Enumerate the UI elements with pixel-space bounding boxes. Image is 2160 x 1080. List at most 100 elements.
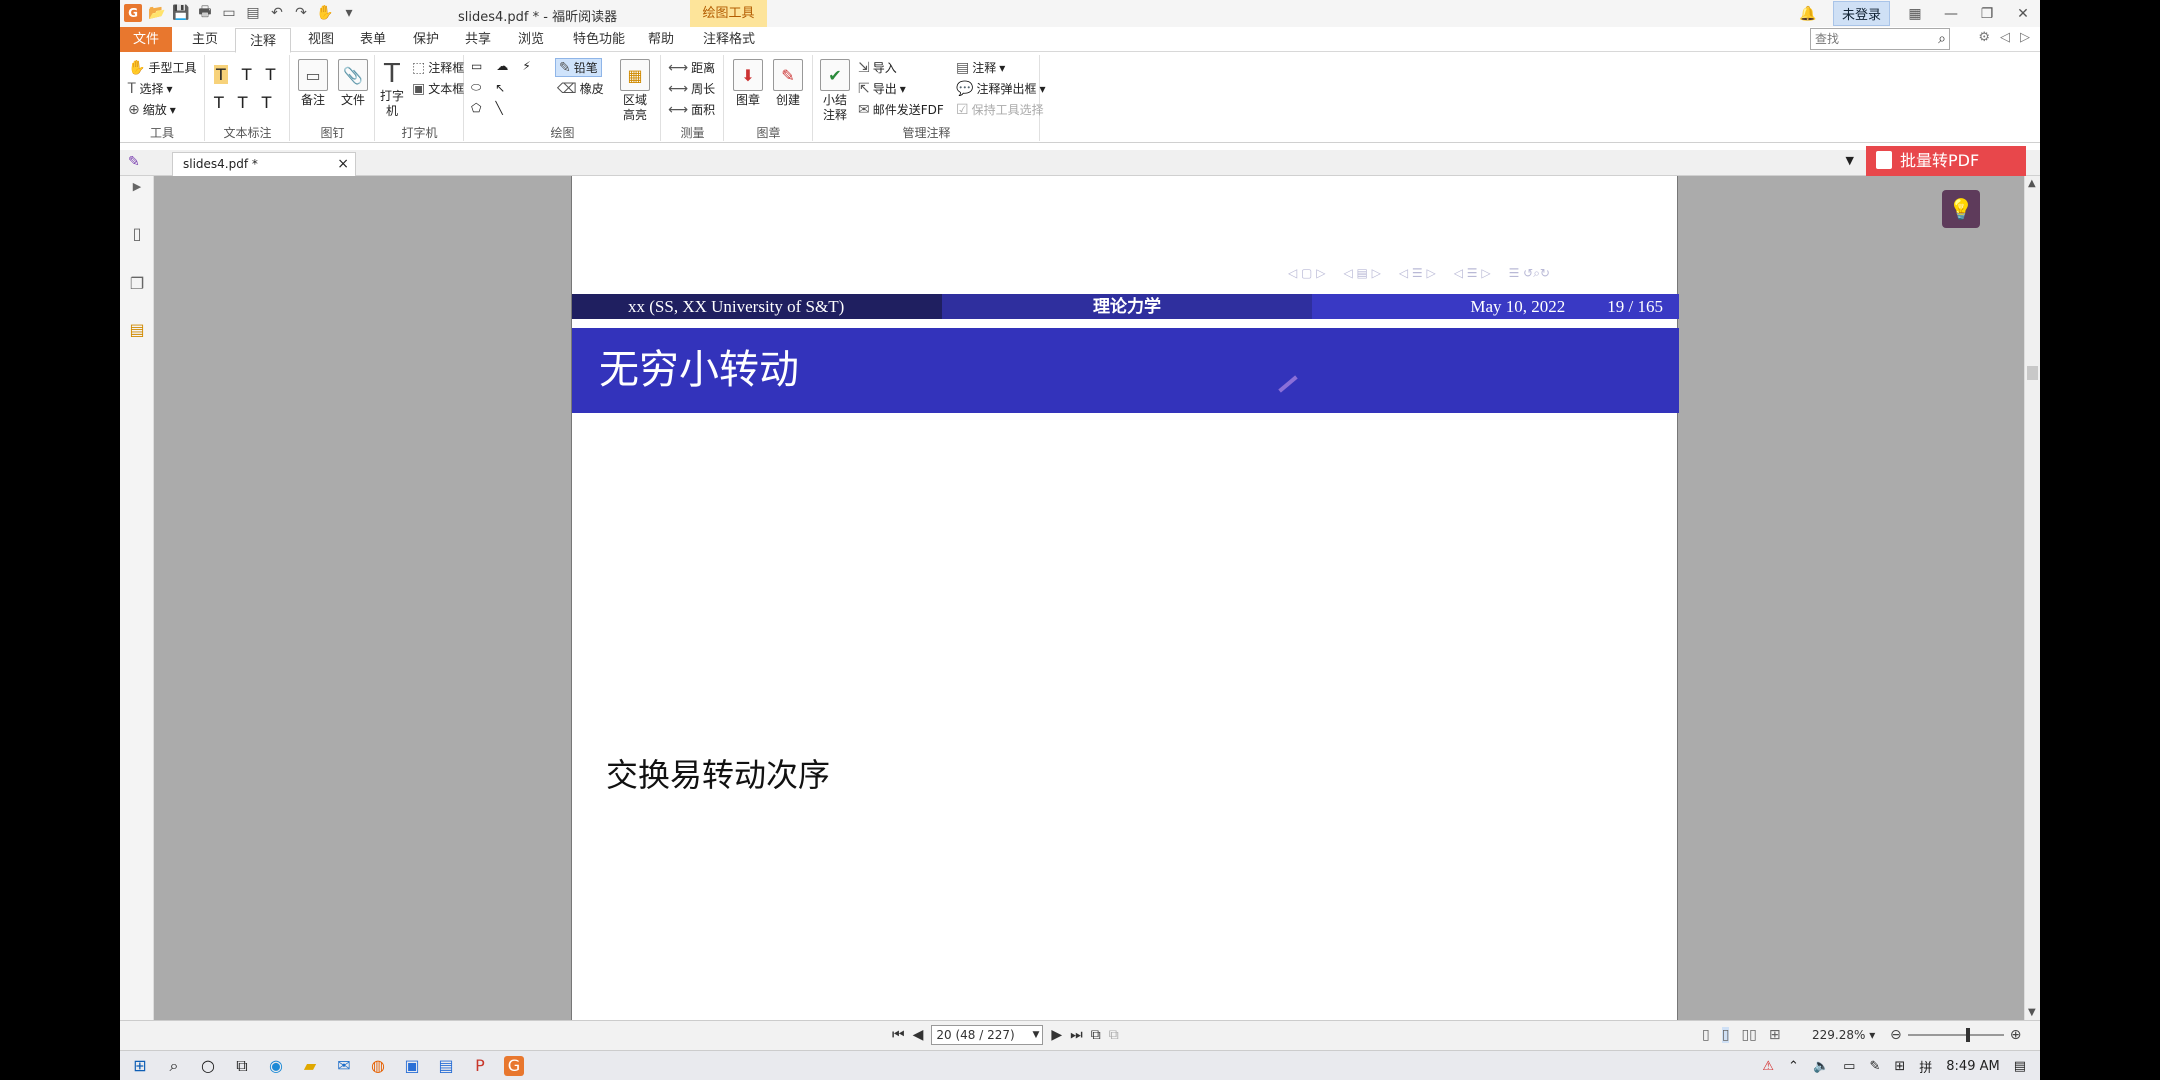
volume-icon[interactable]: 🔈 <box>1813 1059 1829 1074</box>
batch-convert-pdf-button[interactable]: 批量转PDF <box>1866 146 2026 176</box>
comments-dropdown[interactable]: ▤ 注释 ▾ <box>956 59 1005 76</box>
lightbulb-icon[interactable]: 💡 <box>1942 190 1980 228</box>
clock[interactable]: 8:49 AM <box>1946 1059 1999 1074</box>
popup-dropdown[interactable]: 💬 注释弹出框 ▾ <box>956 80 1045 97</box>
tab-help[interactable]: 帮助 <box>638 27 684 52</box>
keep-tool-checkbox[interactable]: ☑ 保持工具选择 <box>956 101 1044 118</box>
export-button[interactable]: ⇱ 导出 ▾ <box>858 80 906 97</box>
cortana-icon[interactable]: ○ <box>198 1056 218 1076</box>
next-result-icon[interactable]: ▷ <box>2020 30 2030 45</box>
polygon-icon[interactable]: ⬠ <box>471 101 481 115</box>
tab-protect[interactable]: 保护 <box>403 27 449 52</box>
paste-view-icon[interactable]: ⧉ <box>1109 1027 1119 1043</box>
hand-dropdown-icon[interactable]: ✋ <box>316 4 334 22</box>
close-icon[interactable]: ✕ <box>2012 6 2034 22</box>
search-icon[interactable]: ⌕ <box>1938 29 1946 49</box>
rectangle-icon[interactable]: ▭ <box>471 59 482 73</box>
summarize-comments-button[interactable]: ✔ 小结注释 <box>818 59 852 123</box>
perimeter-button[interactable]: ⟷ 周长 <box>668 80 715 97</box>
pages-panel-icon[interactable]: ❐ <box>127 274 147 296</box>
tab-share[interactable]: 共享 <box>455 27 501 52</box>
close-tab-icon[interactable]: × <box>337 153 349 175</box>
app-icon[interactable]: ▣ <box>402 1056 422 1076</box>
scroll-thumb[interactable] <box>2027 366 2038 380</box>
search-icon[interactable]: ⌕ <box>164 1056 184 1076</box>
nav-doc-icon[interactable]: ◁ ☰ ▷ <box>1454 266 1491 281</box>
zoom-out-icon[interactable]: ⊖ <box>1890 1027 1902 1043</box>
prev-page-icon[interactable]: ◀ <box>913 1027 924 1043</box>
facing-page-icon[interactable]: ▯▯ <box>1741 1027 1756 1043</box>
arrow-icon[interactable]: ↖ <box>495 81 505 95</box>
scan-icon[interactable]: ▭ <box>220 4 238 22</box>
strikeout-text-icon[interactable]: T <box>266 65 276 84</box>
scroll-down-icon[interactable]: ▼ <box>2028 1007 2036 1018</box>
zoom-level[interactable]: 229.28% ▾ <box>1812 1028 1875 1042</box>
foxit-logo-icon[interactable]: G <box>124 4 142 22</box>
tab-file[interactable]: 文件 <box>120 27 172 52</box>
zoom-knob[interactable] <box>1965 1028 1970 1042</box>
continuous-facing-icon[interactable]: ⊞ <box>1769 1027 1781 1043</box>
squiggly-text-icon[interactable]: T <box>214 93 224 112</box>
task-view-icon[interactable]: ⧉ <box>232 1056 252 1076</box>
tab-view[interactable]: 视图 <box>298 27 344 52</box>
notifications-icon[interactable]: ▤ <box>2014 1059 2026 1074</box>
select-tool-button[interactable]: Ꭲ 选择 ▾ <box>128 80 173 97</box>
bookmark-panel-icon[interactable]: ▯ <box>127 224 147 246</box>
tab-comment[interactable]: 注释 <box>235 28 291 53</box>
pen-icon[interactable]: ✎ <box>1869 1059 1880 1074</box>
polyline-icon[interactable]: ⚡ <box>522 59 530 73</box>
vertical-scrollbar[interactable]: ▲ ▼ <box>2024 176 2040 1020</box>
hand-tool-button[interactable]: ✋ 手型工具 <box>128 59 196 76</box>
comments-panel-icon[interactable]: ▤ <box>127 320 147 342</box>
zoom-in-icon[interactable]: ⊕ <box>2010 1027 2022 1043</box>
foxit-taskbar-icon[interactable]: G <box>504 1056 524 1076</box>
tab-comment-format[interactable]: 注释格式 <box>691 27 767 52</box>
nav-frame-icon[interactable]: ◁ ▢ ▷ <box>1288 266 1325 281</box>
doc-tab-slides4[interactable]: slides4.pdf * × <box>172 152 356 176</box>
network-icon[interactable]: ▭ <box>1843 1059 1855 1074</box>
callout-button[interactable]: ⬚ 注释框 <box>412 59 464 76</box>
highlight-text-icon[interactable]: T <box>214 65 228 84</box>
tray-up-icon[interactable]: ⌃ <box>1788 1059 1799 1074</box>
copy-view-icon[interactable]: ⧉ <box>1091 1027 1101 1043</box>
last-page-icon[interactable]: ⏭ <box>1070 1027 1083 1043</box>
nav-subsection-icon[interactable]: ◁ ▤ ▷ <box>1343 266 1380 281</box>
file-explorer-icon[interactable]: ▰ <box>300 1056 320 1076</box>
eraser-button[interactable]: ⌫ 橡皮 <box>557 80 604 97</box>
customize-qa-icon[interactable]: ▾ <box>340 4 358 22</box>
gear-icon[interactable]: ⚙ <box>1978 30 1990 45</box>
windows-start-icon[interactable]: ⊞ <box>130 1056 150 1076</box>
nav-section-icon[interactable]: ◁ ☰ ▷ <box>1399 266 1436 281</box>
document-viewer[interactable]: ◁ ▢ ▷ ◁ ▤ ▷ ◁ ☰ ▷ ◁ ☰ ▷ ☰ ↺⌕↻ xx (SS, XX… <box>154 176 2024 1020</box>
monitor-icon[interactable]: ⚠ <box>1762 1059 1774 1074</box>
create-stamp-button[interactable]: ✎ 创建 <box>771 59 805 108</box>
first-page-icon[interactable]: ⏮ <box>892 1027 905 1043</box>
single-page-icon[interactable]: ▯ <box>1702 1027 1710 1043</box>
page-number-input[interactable]: 20 (48 / 227) ▼ <box>931 1025 1044 1045</box>
tab-list-dropdown-icon[interactable]: ▼ <box>1846 154 1854 167</box>
oval-icon[interactable]: ⬭ <box>471 80 481 95</box>
print-icon[interactable]: 🖶 <box>196 4 214 22</box>
area-highlight-button[interactable]: ▦ 区域高亮 <box>619 59 651 123</box>
minimize-icon[interactable]: — <box>1940 6 1962 22</box>
scroll-up-icon[interactable]: ▲ <box>2028 178 2036 189</box>
textbox-button[interactable]: ▣ 文本框 <box>412 80 464 97</box>
tab-features[interactable]: 特色功能 <box>564 27 634 52</box>
layout-icon[interactable]: ▦ <box>1904 6 1926 22</box>
beamer-navigation-symbols[interactable]: ◁ ▢ ▷ ◁ ▤ ▷ ◁ ☰ ▷ ◁ ☰ ▷ ☰ ↺⌕↻ <box>1288 266 1550 281</box>
import-button[interactable]: ⇲ 导入 <box>858 59 897 76</box>
line-icon[interactable]: ╲ <box>495 101 502 115</box>
area-button[interactable]: ⟷ 面积 <box>668 101 715 118</box>
email-fdf-button[interactable]: ✉ 邮件发送FDF <box>858 101 944 118</box>
dropdown-icon[interactable]: ▼ <box>1032 1026 1039 1044</box>
undo-icon[interactable]: ↶ <box>268 4 286 22</box>
context-tab-drawing-tools[interactable]: 绘图工具 <box>690 0 767 27</box>
open-folder-icon[interactable]: 📂 <box>148 4 166 22</box>
underline-text-icon[interactable]: T <box>242 65 252 84</box>
photos-icon[interactable]: ▤ <box>436 1056 456 1076</box>
continuous-page-icon[interactable]: ▯ <box>1721 1027 1730 1043</box>
bell-icon[interactable]: 🔔 <box>1797 6 1819 22</box>
next-page-icon[interactable]: ▶ <box>1051 1027 1062 1043</box>
typewriter-button[interactable]: T 打字机 <box>378 59 406 119</box>
search-input[interactable]: 查找 ⌕ <box>1810 28 1950 50</box>
